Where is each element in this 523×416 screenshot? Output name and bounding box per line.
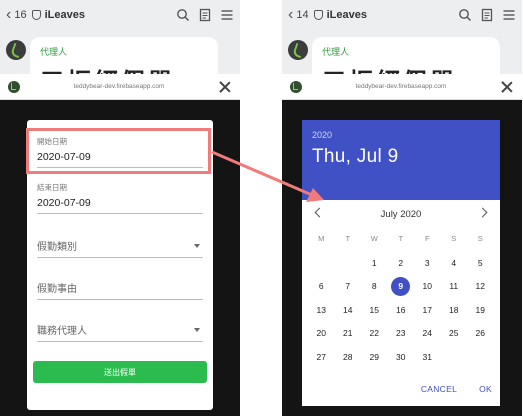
callout-arrow — [211, 150, 324, 202]
arrow-line — [211, 150, 313, 197]
screenshot-stage: ‹ 16 iLeaves 代理人 三振經假單 teddybear-dev.fir… — [0, 0, 523, 416]
